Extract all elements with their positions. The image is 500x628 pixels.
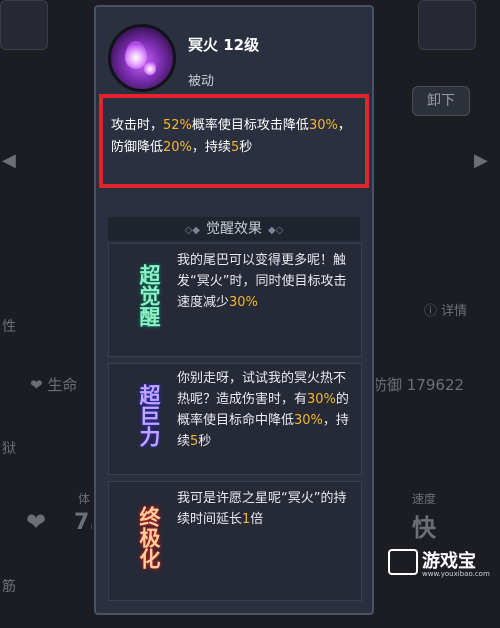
skill-name: 冥火 12级 — [188, 36, 260, 54]
awakening-badge-2: 超巨力 — [137, 384, 161, 447]
description-segment: ，持续 — [191, 140, 231, 155]
awakening-text-1: 我的尾巴可以变得更多呢！触发“冥火”时，同时使目标攻击速度减少30% — [177, 250, 357, 313]
speed-value: 快 — [412, 514, 436, 542]
description-segment: 30% — [308, 118, 338, 133]
right-arrow-icon[interactable]: ▶ — [474, 150, 488, 171]
purple-flame-icon — [108, 24, 176, 92]
awakening-card-2: 超巨力 你别走呀，试试我的冥火热不热呢？造成伤害时，有30%的概率使目标命中降低… — [108, 363, 362, 475]
heart-icon: ❤ — [30, 376, 48, 394]
description-segment: 秒 — [239, 140, 253, 155]
awakening-header: ◇◆ 觉醒效果 ◆◇ — [108, 217, 360, 241]
awakening-segment: 倍 — [250, 512, 264, 527]
left-arrow-icon[interactable]: ◀ — [2, 150, 16, 171]
defense-stat: 防御 179622 — [372, 376, 465, 394]
speed-label: 速度 — [412, 492, 437, 506]
skill-tooltip-panel: 冥火 12级 被动 攻击时，52%概率使目标攻击降低30%，防御降低20%，持续… — [94, 5, 374, 615]
awakening-segment: 30% — [229, 295, 258, 310]
description-segment: 攻击时， — [111, 118, 164, 133]
description-segment: 52% — [163, 118, 192, 133]
life-stat: ❤ 生命 — [30, 374, 77, 395]
awakening-text-2: 你别走呀，试试我的冥火热不热呢？造成伤害时，有30%的概率使目标命中降低30%，… — [177, 368, 357, 452]
description-segment: 5 — [230, 140, 240, 155]
heart-icon-large: ❤ — [26, 508, 47, 536]
body-stat-label: 体 — [78, 492, 91, 506]
background-item-slot-left — [0, 0, 48, 50]
side-label-3: 筋 — [2, 579, 16, 595]
ornament-right-icon: ◆◇ — [268, 225, 284, 236]
side-label-2: 狱 — [2, 441, 16, 457]
awakening-segment: 30% — [294, 413, 323, 428]
background-item-slot-right — [418, 0, 476, 50]
info-icon: ⓘ — [424, 304, 442, 319]
ornament-left-icon: ◇◆ — [184, 225, 200, 236]
watermark: 游戏宝 www.youxibao.com — [388, 545, 496, 581]
unequip-button[interactable]: 卸下 — [412, 86, 470, 116]
skill-type: 被动 — [188, 74, 215, 89]
skill-description: 攻击时，52%概率使目标攻击降低30%，防御降低20%，持续5秒 — [111, 115, 357, 159]
awakening-badge-3: 终极化 — [137, 506, 161, 569]
details-label: 详情 — [441, 304, 468, 319]
awakening-title: 觉醒效果 — [206, 221, 262, 237]
awakening-card-1: 超觉醒 我的尾巴可以变得更多呢！触发“冥火”时，同时使目标攻击速度减少30% — [108, 243, 362, 357]
awakening-segment: 30% — [307, 392, 336, 407]
side-label-1: 性 — [2, 319, 16, 335]
awakening-text-3: 我可是许愿之星呢“冥火”的持续时间延长1倍 — [177, 488, 357, 530]
gamepad-icon — [388, 549, 418, 575]
description-segment: 20% — [163, 140, 192, 155]
details-link[interactable]: ⓘ 详情 — [424, 300, 467, 319]
life-label: 生命 — [47, 376, 78, 394]
awakening-card-3: 终极化 我可是许愿之星呢“冥火”的持续时间延长1倍 — [108, 481, 362, 601]
watermark-url: www.youxibao.com — [422, 570, 490, 578]
awakening-badge-1: 超觉醒 — [137, 264, 161, 327]
awakening-segment: 秒 — [198, 434, 212, 449]
awakening-segment: 我的尾巴可以变得更多呢！触发“冥火”时，同时使目标攻击速度减少 — [177, 253, 347, 310]
description-segment: 概率使目标攻击降低 — [191, 118, 309, 133]
